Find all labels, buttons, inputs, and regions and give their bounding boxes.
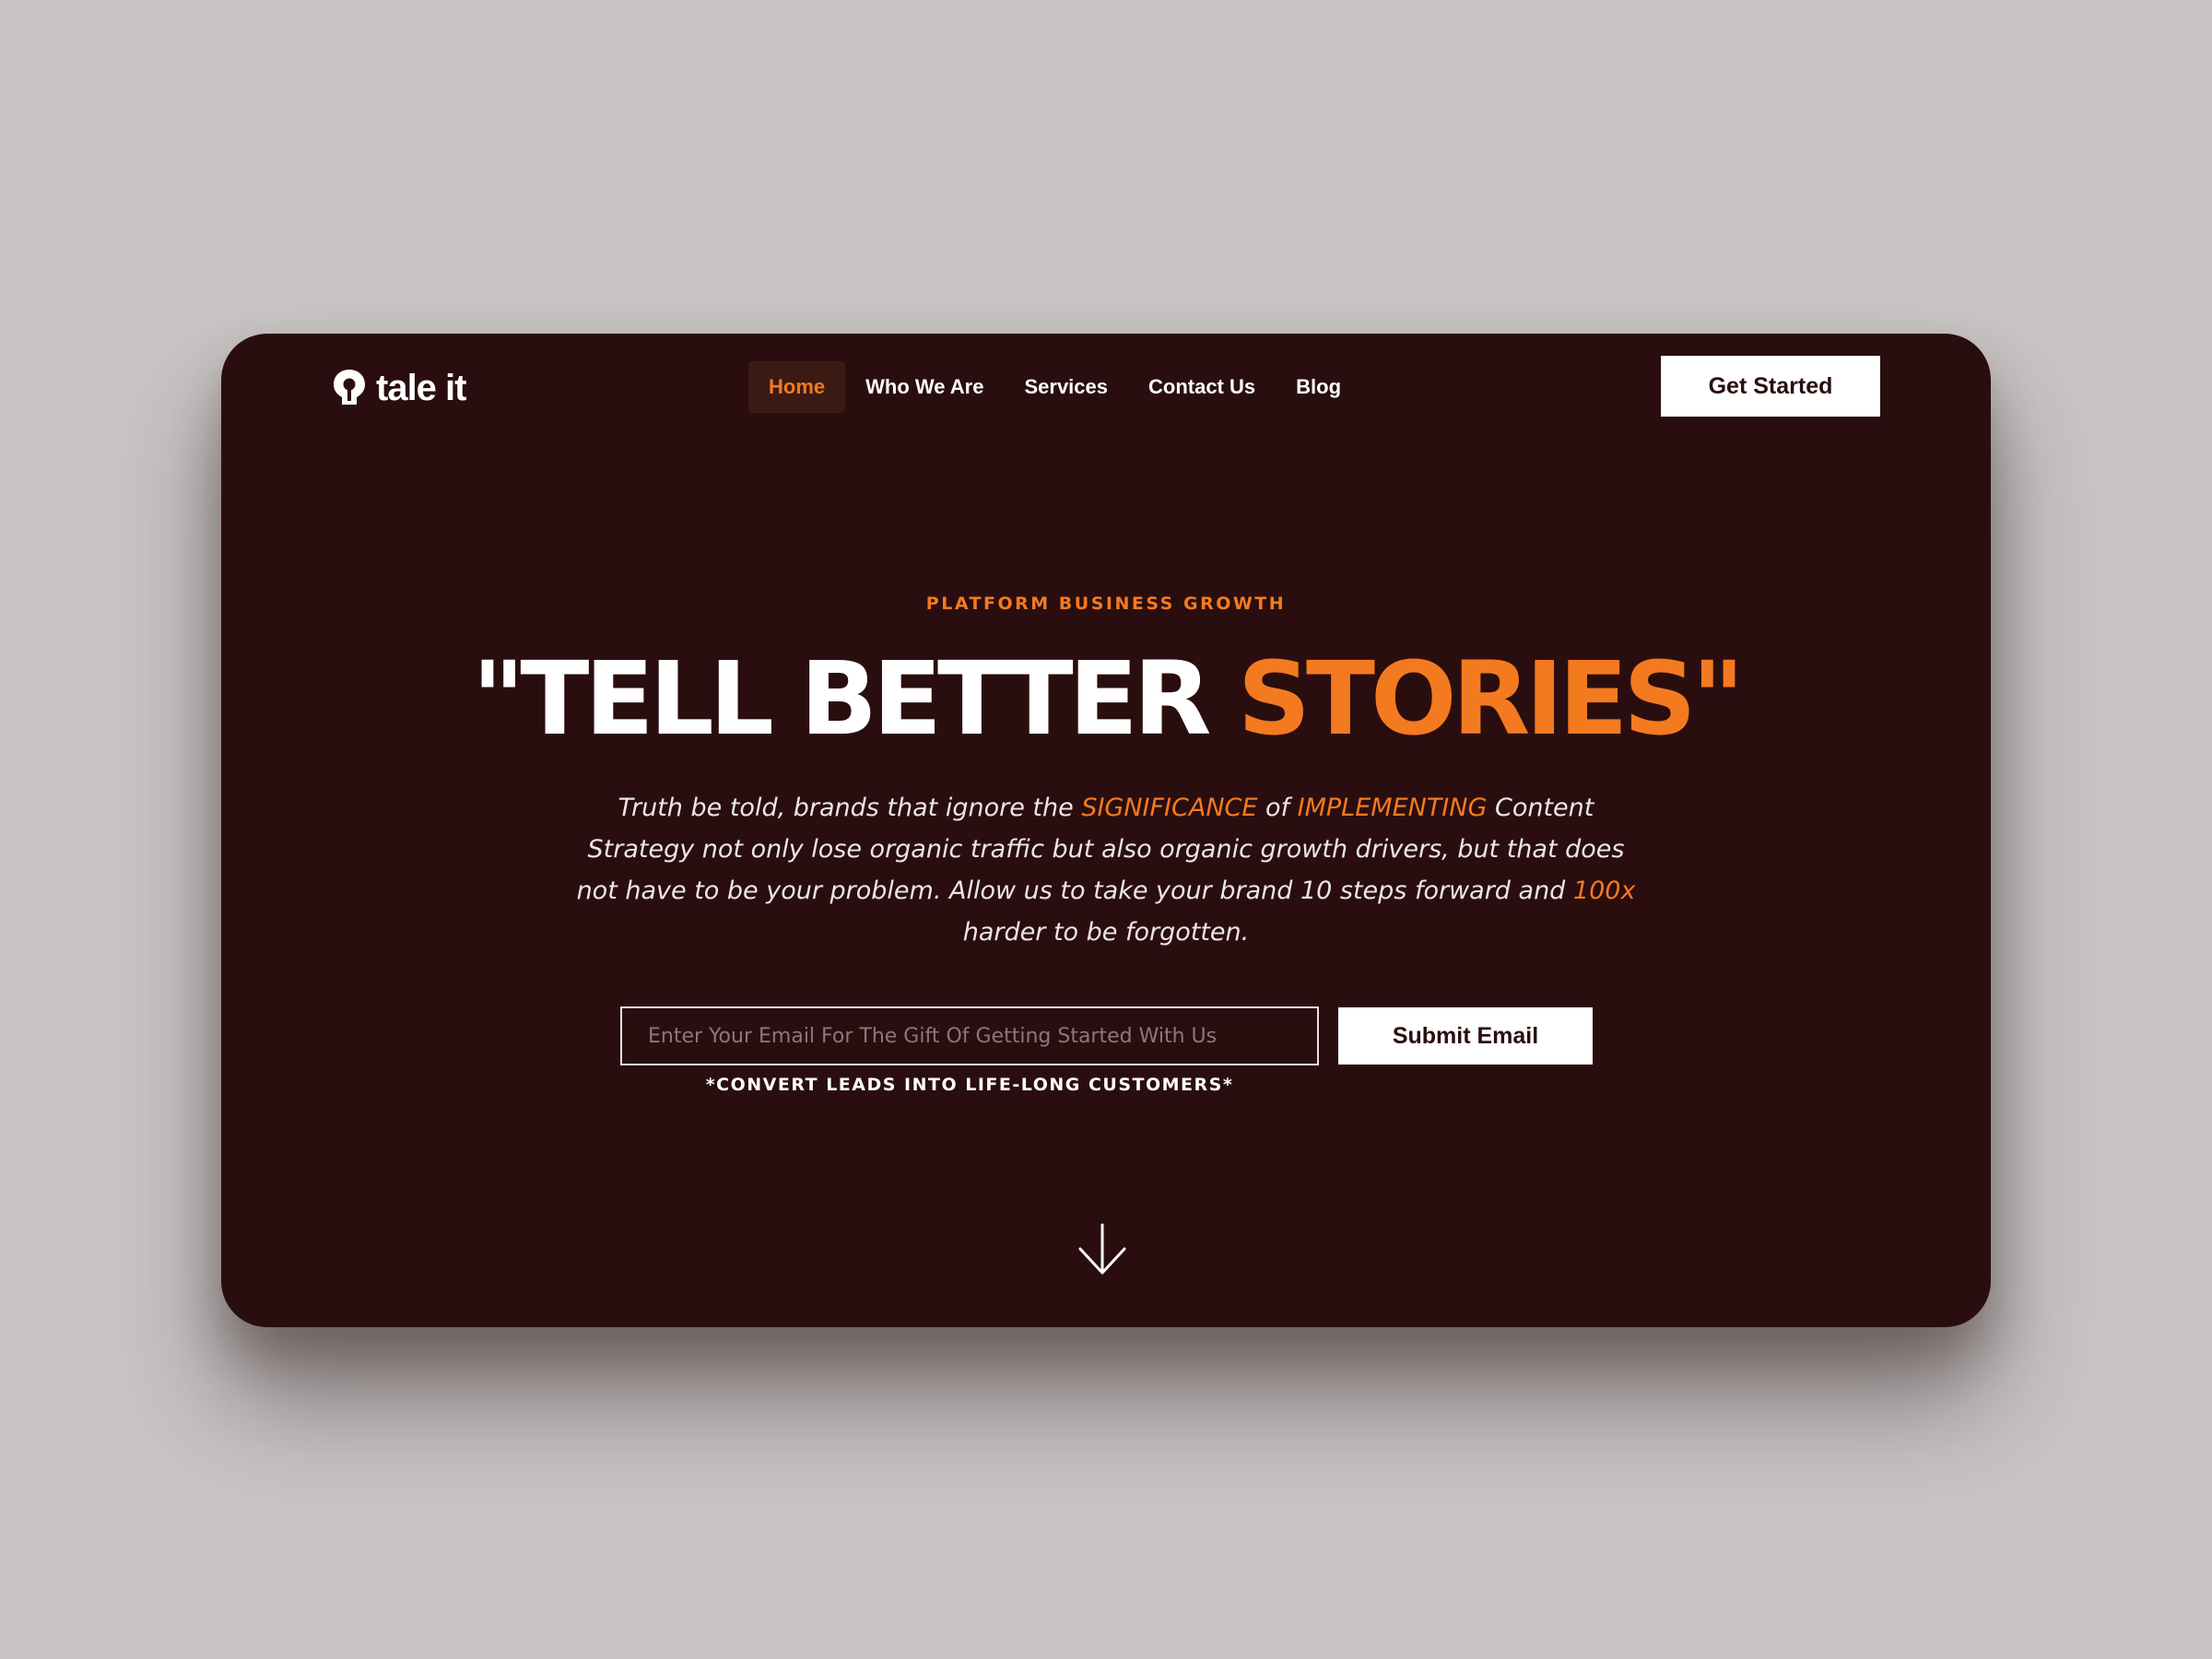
description-highlight: 100x [1572, 877, 1636, 905]
lightbulb-icon [332, 368, 367, 408]
submit-email-button[interactable]: Submit Email [1338, 1007, 1593, 1065]
email-input[interactable] [620, 1006, 1319, 1065]
hero-card: tale it Home Who We Are Services Contact… [221, 334, 1991, 1327]
form-note: *CONVERT LEADS INTO LIFE-LONG CUSTOMERS* [705, 1075, 1234, 1095]
brand-name: tale it [376, 367, 466, 408]
description-highlight: SIGNIFICANCE [1081, 794, 1258, 822]
hero-eyebrow: PLATFORM BUSINESS GROWTH [925, 594, 1287, 614]
nav-item-services[interactable]: Services [1004, 361, 1128, 413]
nav-item-home[interactable]: Home [748, 361, 846, 413]
headline-white-part: "TELL BETTER [472, 640, 1238, 758]
hero-headline: "TELL BETTER STORIES" [221, 638, 1991, 759]
nav-item-who-we-are[interactable]: Who We Are [845, 361, 1004, 413]
description-text: of [1257, 794, 1298, 822]
description-text: harder to be forgotten. [962, 918, 1250, 947]
nav-item-contact-us[interactable]: Contact Us [1128, 361, 1276, 413]
main-nav: Home Who We Are Services Contact Us Blog [748, 361, 1361, 413]
description-text: Truth be told, brands that ignore the [618, 794, 1082, 822]
get-started-button[interactable]: Get Started [1661, 356, 1880, 417]
nav-item-blog[interactable]: Blog [1276, 361, 1361, 413]
hero-description: Truth be told, brands that ignore the SI… [571, 787, 1641, 953]
brand-logo[interactable]: tale it [332, 365, 466, 411]
description-highlight: IMPLEMENTING [1297, 794, 1488, 822]
headline-accent-part: STORIES" [1237, 640, 1745, 758]
arrow-down-icon[interactable] [1077, 1221, 1128, 1277]
